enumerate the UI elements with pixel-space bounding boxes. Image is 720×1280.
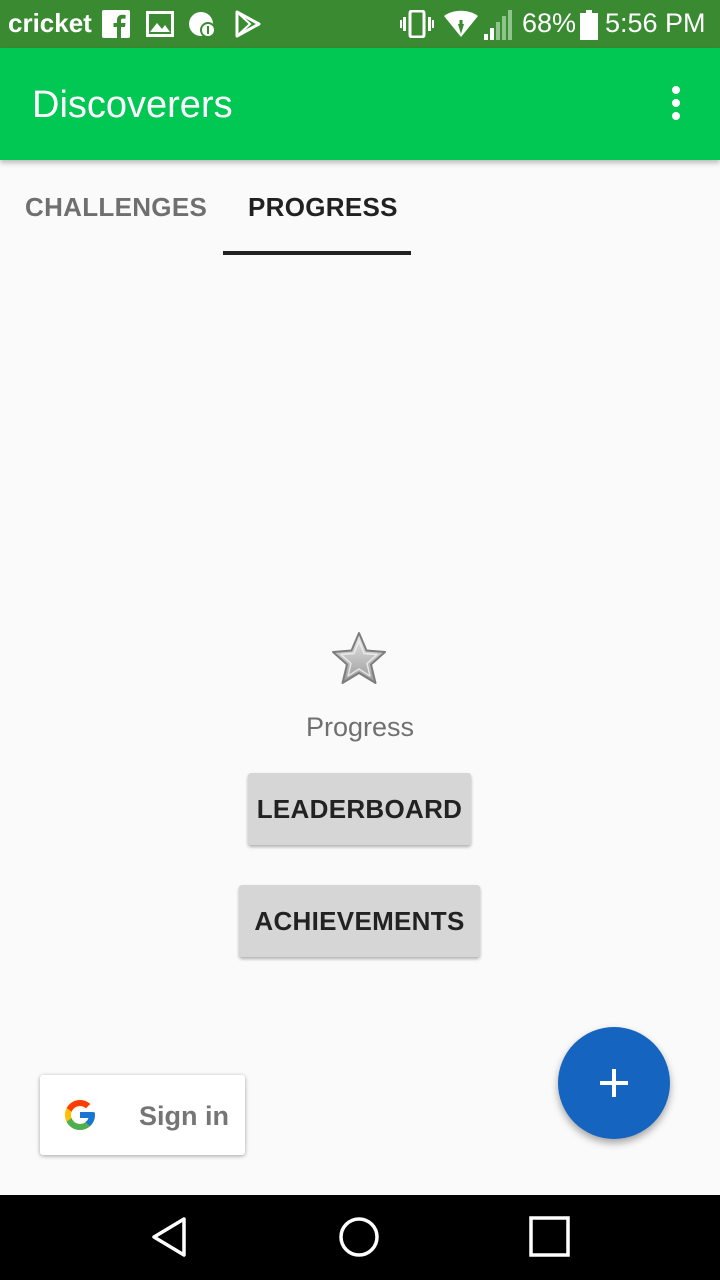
- tab-indicator: [223, 251, 411, 255]
- home-icon[interactable]: [337, 1215, 381, 1259]
- status-bar: cricket 68% 5:56 PM: [0, 0, 720, 48]
- leaderboard-button[interactable]: LEADERBOARD: [248, 773, 471, 845]
- google-icon: [65, 1100, 95, 1130]
- back-icon[interactable]: [148, 1215, 192, 1259]
- tab-bar: CHALLENGES PROGRESS: [0, 160, 720, 256]
- more-vert-icon[interactable]: [666, 86, 686, 126]
- progress-label: Progress: [305, 712, 415, 742]
- clock: 5:56 PM: [605, 8, 706, 38]
- signal-icon: [484, 10, 512, 40]
- star-icon: [332, 632, 386, 684]
- sign-in-label: Sign in: [139, 1101, 229, 1131]
- android-badge-icon: [189, 12, 216, 38]
- app-bar: Discoverers: [0, 48, 720, 160]
- carrier-label: cricket: [8, 8, 92, 38]
- google-sign-in-button[interactable]: Sign in: [40, 1075, 245, 1155]
- app-title: Discoverers: [32, 84, 233, 126]
- add-fab-button[interactable]: [558, 1027, 670, 1139]
- vibrate-icon: [400, 10, 434, 38]
- plus-icon: [600, 1069, 628, 1097]
- gallery-icon: [146, 11, 174, 37]
- tab-challenges[interactable]: CHALLENGES: [25, 192, 207, 223]
- facebook-icon: [102, 10, 130, 38]
- play-store-icon: [235, 10, 261, 38]
- recents-icon[interactable]: [528, 1215, 572, 1259]
- battery-percent: 68%: [522, 8, 577, 38]
- achievements-button[interactable]: ACHIEVEMENTS: [239, 885, 480, 957]
- wifi-icon: [444, 10, 478, 37]
- tab-progress[interactable]: PROGRESS: [248, 192, 398, 223]
- navigation-bar: [0, 1195, 720, 1280]
- battery-icon: [580, 10, 598, 40]
